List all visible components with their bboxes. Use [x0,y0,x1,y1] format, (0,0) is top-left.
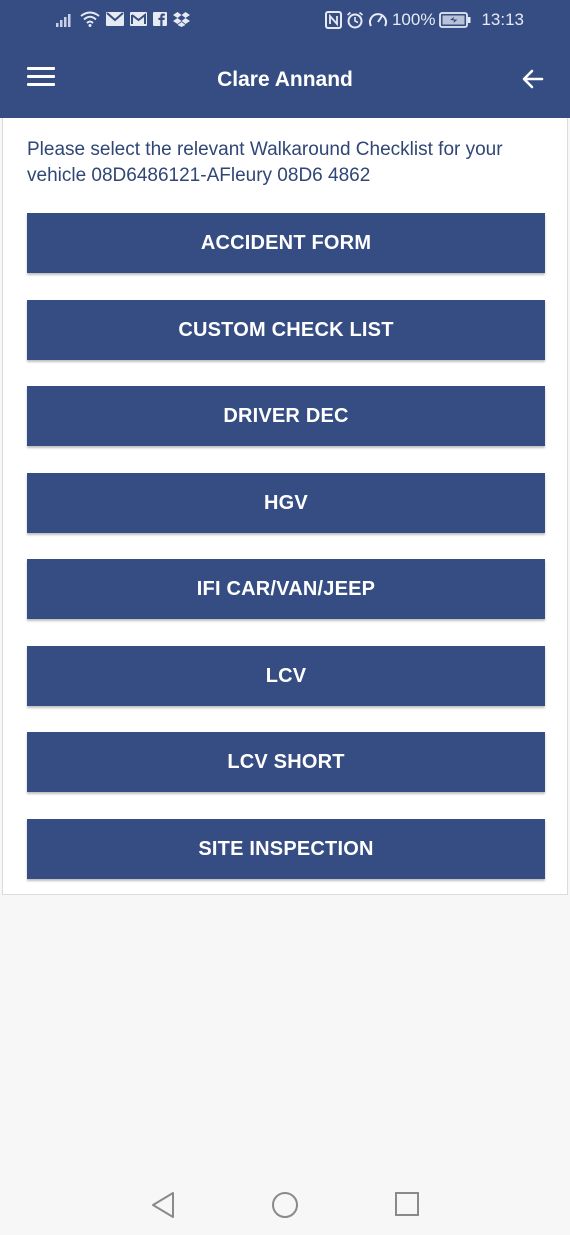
alarm-icon [346,11,364,29]
status-bar: 100% 13:13 [0,0,570,42]
top-bar: 100% 13:13 Clare Annand [0,0,570,118]
checklist-button-driver-dec[interactable]: DRIVER DEC [27,386,545,446]
dropbox-icon [173,11,190,27]
status-left-icons [56,11,190,27]
signal-icon [56,11,74,27]
battery-percent: 100% [391,10,436,29]
page-title: Clare Annand [217,68,353,91]
checklist-button-lcv[interactable]: LCV [27,646,545,706]
data-saver-icon [368,11,388,29]
checklist-button-accident-form[interactable]: ACCIDENT FORM [27,213,545,273]
instruction-text: Please select the relevant Walkaround Ch… [27,139,503,186]
battery-icon [439,12,471,28]
recents-square-icon[interactable] [394,1191,420,1222]
nfc-icon [324,11,342,29]
system-nav-bar [0,1171,570,1235]
checklist-button-site-inspection[interactable]: SITE INSPECTION [27,819,545,879]
arrow-left-icon[interactable] [522,68,544,90]
facebook-icon [153,12,167,26]
wifi-icon [80,11,100,27]
checklist-card: Please select the relevant Walkaround Ch… [2,118,568,895]
mail-icon [106,12,124,26]
app-bar: Clare Annand [0,42,570,118]
checklist-button-lcv-short[interactable]: LCV SHORT [27,732,545,792]
checklist-button-ifi-car-van-jeep[interactable]: IFI CAR/VAN/JEEP [27,559,545,619]
clock-time: 13:13 [481,10,524,29]
status-right-icons: 100% 13:13 [324,10,524,30]
checklist-button-custom-check-list[interactable]: CUSTOM CHECK LIST [27,300,545,360]
gmail-icon [130,12,147,26]
back-triangle-icon[interactable] [150,1191,176,1224]
checklist-button-hgv[interactable]: HGV [27,473,545,533]
home-circle-icon[interactable] [271,1191,299,1224]
